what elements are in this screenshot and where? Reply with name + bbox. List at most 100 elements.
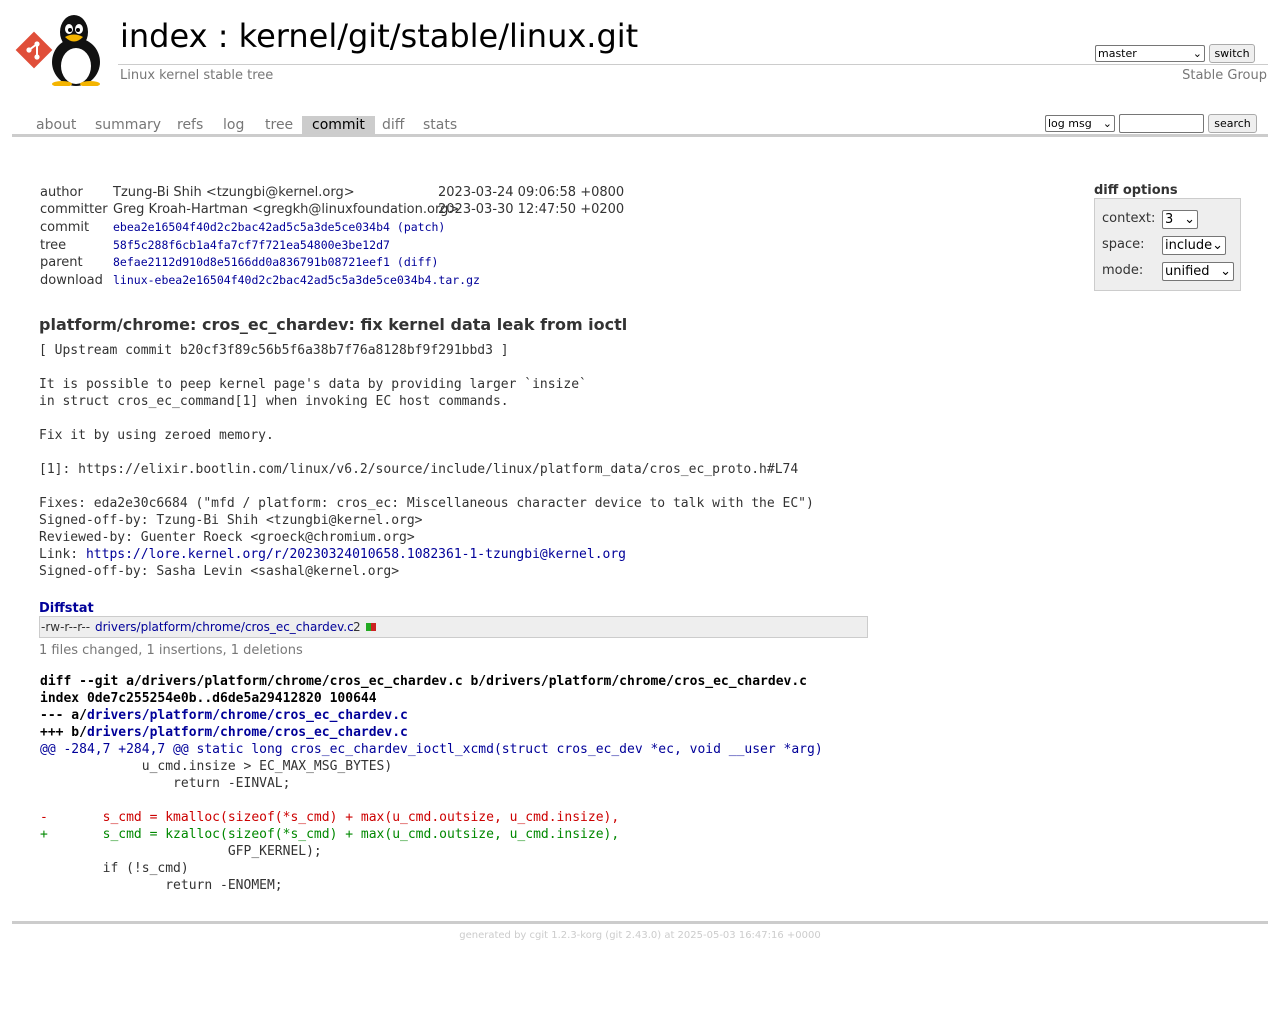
search-mode-select[interactable]: log msg ⌄ [1045, 115, 1115, 132]
tab-about[interactable]: about [26, 116, 86, 134]
diff-hunk-header: @@ -284,7 +284,7 @@ static long cros_ec_… [40, 742, 823, 757]
commit-hash-link[interactable]: ebea2e16504f40d2c2bac42ad5c5a3de5ce034b4 [113, 220, 390, 234]
chevron-down-icon: ⌄ [1192, 47, 1202, 60]
commit-label: commit [40, 220, 90, 235]
diff-view: diff --git a/drivers/platform/chrome/cro… [40, 673, 823, 894]
diffstat-file-link[interactable]: drivers/platform/chrome/cros_ec_chardev.… [95, 620, 354, 634]
diff-context-line: GFP_KERNEL); [40, 844, 322, 859]
footer: generated by cgit 1.2.3-korg (git 2.43.0… [459, 930, 821, 941]
author-value: Tzung-Bi Shih <tzungbi@kernel.org> [113, 185, 355, 200]
repo-description: Linux kernel stable tree [120, 68, 274, 83]
context-select-value: 3 [1165, 212, 1174, 227]
author-label: author [40, 185, 83, 200]
tab-refs[interactable]: refs [167, 116, 213, 134]
footer-divider [12, 921, 1268, 924]
chevron-down-icon: ⌄ [1102, 117, 1112, 130]
link-prefix: Link: [39, 547, 86, 562]
commit-subject: platform/chrome: cros_ec_chardev: fix ke… [39, 315, 628, 334]
message-line: It is possible to peep kernel page's dat… [39, 377, 587, 392]
tab-diff[interactable]: diff [372, 116, 414, 134]
branch-switch-form: master ⌄ switch [1095, 44, 1255, 63]
branch-select-value: master [1098, 47, 1137, 60]
tab-log[interactable]: log [213, 116, 254, 134]
title-separator: : [207, 17, 239, 55]
tree-label: tree [40, 238, 67, 253]
diff-context-line [40, 792, 823, 809]
committer-date: 2023-03-30 12:47:50 +0200 [438, 202, 625, 217]
repo-owner: Stable Group [1182, 68, 1267, 83]
message-line: Fix it by using zeroed memory. [39, 428, 274, 443]
minus-prefix: --- a/ [40, 708, 87, 723]
context-label: context: [1102, 211, 1156, 226]
tab-stats[interactable]: stats [413, 116, 467, 134]
index-link[interactable]: index [120, 17, 208, 55]
message-line: [1]: https://elixir.bootlin.com/linux/v6… [39, 462, 799, 477]
search-button[interactable]: search [1208, 114, 1257, 133]
chevron-down-icon: ⌄ [1212, 238, 1224, 253]
space-select-value: include [1165, 238, 1213, 253]
branch-select[interactable]: master ⌄ [1095, 45, 1205, 62]
diff-context-line: return -ENOMEM; [40, 878, 283, 893]
parent-diff-link[interactable]: (diff) [397, 255, 439, 269]
deletions-bar [371, 623, 376, 631]
diff-options-title: diff options [1094, 183, 1178, 198]
message-line: Reviewed-by: Guenter Roeck <groeck@chrom… [39, 530, 415, 545]
tux-penguin-icon [52, 15, 100, 87]
message-line: Signed-off-by: Tzung-Bi Shih <tzungbi@ke… [39, 513, 423, 528]
committer-label: committer [40, 202, 108, 217]
diff-added-line: + s_cmd = kzalloc(sizeof(*s_cmd) + max(u… [40, 827, 620, 842]
message-line [39, 478, 814, 495]
cgit-logo[interactable] [12, 10, 110, 87]
tab-commit[interactable]: commit [302, 116, 375, 134]
space-select[interactable]: include ⌄ [1162, 236, 1226, 255]
header-divider [118, 64, 1268, 65]
parent-label: parent [40, 255, 83, 270]
mode-select-value: unified [1165, 264, 1210, 279]
diffstat-count: 2 [353, 620, 361, 634]
context-select[interactable]: 3 ⌄ [1162, 210, 1198, 229]
diff-plus-line: +++ b/drivers/platform/chrome/cros_ec_ch… [40, 724, 823, 741]
diff-context-line: u_cmd.insize > EC_MAX_MSG_BYTES) [40, 759, 393, 774]
diff-index-line: index 0de7c255254e0b..d6de5a29412820 100… [40, 691, 377, 706]
mode-select[interactable]: unified ⌄ [1162, 262, 1234, 281]
message-line: in struct cros_ec_command[1] when invoki… [39, 394, 509, 409]
repo-link[interactable]: kernel/git/stable/linux.git [239, 17, 639, 55]
diffstat-summary: 1 files changed, 1 insertions, 1 deletio… [39, 643, 303, 658]
parent-hash-link[interactable]: 8efae2112d910d8e5166dd0a836791b08721eef1 [113, 255, 390, 269]
patch-link[interactable]: (patch) [397, 220, 445, 234]
git-logo-icon [15, 31, 53, 69]
chevron-down-icon: ⌄ [1220, 264, 1231, 279]
diff-minus-line: --- a/drivers/platform/chrome/cros_ec_ch… [40, 707, 823, 724]
message-link-line: Link: https://lore.kernel.org/r/20230324… [39, 546, 814, 563]
search-input[interactable] [1119, 114, 1204, 133]
new-file-link[interactable]: drivers/platform/chrome/cros_ec_chardev.… [87, 725, 408, 740]
diffstat-graph [366, 623, 376, 631]
page-title: index : kernel/git/stable/linux.git [120, 17, 638, 55]
message-line [39, 410, 814, 427]
author-date: 2023-03-24 09:06:58 +0800 [438, 185, 625, 200]
tree-hash-link[interactable]: 58f5c288f6cb1a4fa7cf7f721ea54800e3be12d7 [113, 237, 390, 254]
diff-options-panel: context: 3 ⌄ space: include ⌄ mode: unif… [1094, 198, 1241, 291]
message-line: [ Upstream commit b20cf3f89c56b5f6a38b7f… [39, 343, 509, 358]
diff-context-line: if (!s_cmd) [40, 861, 189, 876]
download-label: download [40, 273, 103, 288]
committer-value: Greg Kroah-Hartman <gregkh@linuxfoundati… [113, 202, 460, 217]
mode-label: mode: [1102, 263, 1144, 278]
space-label: space: [1102, 237, 1145, 252]
switch-button[interactable]: switch [1209, 44, 1255, 63]
file-mode: -rw-r--r-- [41, 620, 91, 634]
diffstat-header[interactable]: Diffstat [39, 601, 94, 616]
tab-tree[interactable]: tree [255, 116, 303, 134]
lore-link[interactable]: https://lore.kernel.org/r/20230324010658… [86, 547, 626, 562]
old-file-link[interactable]: drivers/platform/chrome/cros_ec_chardev.… [87, 708, 408, 723]
commit-message: [ Upstream commit b20cf3f89c56b5f6a38b7f… [39, 342, 814, 580]
message-line [39, 359, 814, 376]
search-mode-value: log msg [1048, 117, 1092, 130]
diff-git-line: diff --git a/drivers/platform/chrome/cro… [40, 674, 808, 689]
search-form: log msg ⌄ search [1045, 114, 1257, 133]
diff-context-line: return -EINVAL; [40, 776, 291, 791]
download-link[interactable]: linux-ebea2e16504f40d2c2bac42ad5c5a3de5c… [113, 272, 480, 289]
tab-summary[interactable]: summary [85, 116, 171, 134]
diffstat-table: -rw-r--r-- drivers/platform/chrome/cros_… [39, 616, 868, 638]
message-line: Signed-off-by: Sasha Levin <sashal@kerne… [39, 564, 400, 579]
